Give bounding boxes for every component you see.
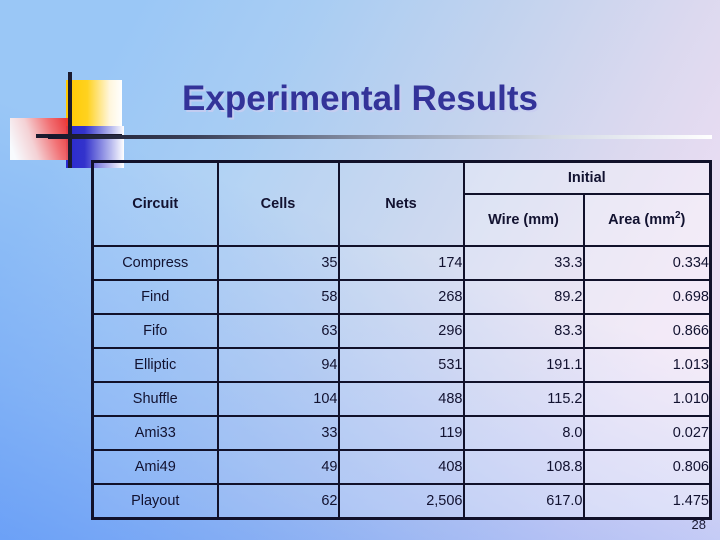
table-cell-circuit: Compress bbox=[91, 245, 219, 281]
table-header-group-row: Circuit Cells Nets Initial bbox=[91, 160, 712, 247]
column-header-area-label-tail: ) bbox=[680, 212, 686, 228]
table-cell-circuit: Elliptic bbox=[91, 347, 219, 383]
table-head: Circuit Cells Nets Initial Wire (mm) Are… bbox=[91, 160, 712, 247]
table-cell-area: 1.010 bbox=[582, 381, 712, 417]
table-row: Ami49 49 408 108.8 0.806 bbox=[91, 449, 712, 485]
table-cell-area: 0.334 bbox=[582, 245, 712, 281]
table-cell-circuit: Playout bbox=[91, 483, 219, 520]
table-cell-area: 0.866 bbox=[582, 313, 712, 349]
table-cell-cells: 33 bbox=[216, 415, 340, 451]
table-row: Playout 62 2,506 617.0 1.475 bbox=[91, 483, 712, 520]
results-table-container: Circuit Cells Nets Initial Wire (mm) Are… bbox=[91, 160, 712, 520]
table-cell-nets: 488 bbox=[337, 381, 465, 417]
table-cell-area: 0.806 bbox=[582, 449, 712, 485]
table-cell-cells: 49 bbox=[216, 449, 340, 485]
table-cell-circuit: Ami49 bbox=[91, 449, 219, 485]
table-cell-cells: 62 bbox=[216, 483, 340, 520]
table-cell-circuit: Ami33 bbox=[91, 415, 219, 451]
table-cell-circuit: Shuffle bbox=[91, 381, 219, 417]
table-cell-wire: 617.0 bbox=[462, 483, 585, 520]
page-number: 28 bbox=[691, 517, 706, 532]
table-cell-circuit: Fifo bbox=[91, 313, 219, 349]
table-cell-nets: 2,506 bbox=[337, 483, 465, 520]
table-cell-area: 1.475 bbox=[582, 483, 712, 520]
column-header-area-label: Area (mm bbox=[608, 212, 675, 228]
table-row: Elliptic 94 531 191.1 1.013 bbox=[91, 347, 712, 383]
table-cell-cells: 35 bbox=[216, 245, 340, 281]
table-cell-wire: 108.8 bbox=[462, 449, 585, 485]
table-cell-area: 1.013 bbox=[582, 347, 712, 383]
table-cell-wire: 191.1 bbox=[462, 347, 585, 383]
table-row: Ami33 33 119 8.0 0.027 bbox=[91, 415, 712, 451]
table-body: Compress 35 174 33.3 0.334 Find 58 268 89.2 0.698… bbox=[91, 245, 712, 520]
column-header-circuit: Circuit bbox=[91, 160, 219, 247]
slide: Experimental Results Circuit Cells Nets … bbox=[0, 0, 720, 540]
table-cell-nets: 174 bbox=[337, 245, 465, 281]
table-cell-wire: 83.3 bbox=[462, 313, 585, 349]
table-cell-cells: 94 bbox=[216, 347, 340, 383]
column-header-area: Area (mm2) bbox=[582, 193, 712, 247]
table-row: Compress 35 174 33.3 0.334 bbox=[91, 245, 712, 281]
column-header-cells: Cells bbox=[216, 160, 340, 247]
column-header-wire: Wire (mm) bbox=[462, 193, 585, 247]
title-underline bbox=[48, 135, 712, 139]
table-cell-circuit: Find bbox=[91, 279, 219, 315]
table-cell-area: 0.698 bbox=[582, 279, 712, 315]
table-cell-nets: 268 bbox=[337, 279, 465, 315]
table-cell-nets: 119 bbox=[337, 415, 465, 451]
table-row: Fifo 63 296 83.3 0.866 bbox=[91, 313, 712, 349]
table-cell-nets: 296 bbox=[337, 313, 465, 349]
red-square-icon bbox=[10, 118, 70, 160]
table-cell-wire: 8.0 bbox=[462, 415, 585, 451]
table-cell-wire: 89.2 bbox=[462, 279, 585, 315]
results-table: Circuit Cells Nets Initial Wire (mm) Are… bbox=[91, 160, 712, 520]
table-cell-cells: 63 bbox=[216, 313, 340, 349]
table-cell-wire: 115.2 bbox=[462, 381, 585, 417]
table-cell-area: 0.027 bbox=[582, 415, 712, 451]
column-group-header-initial: Initial bbox=[462, 160, 712, 195]
table-cell-nets: 408 bbox=[337, 449, 465, 485]
column-header-nets: Nets bbox=[337, 160, 465, 247]
page-title: Experimental Results bbox=[182, 79, 538, 118]
table-row: Shuffle 104 488 115.2 1.010 bbox=[91, 381, 712, 417]
table-cell-cells: 104 bbox=[216, 381, 340, 417]
table-cell-nets: 531 bbox=[337, 347, 465, 383]
table-cell-wire: 33.3 bbox=[462, 245, 585, 281]
table-row: Find 58 268 89.2 0.698 bbox=[91, 279, 712, 315]
table-cell-cells: 58 bbox=[216, 279, 340, 315]
